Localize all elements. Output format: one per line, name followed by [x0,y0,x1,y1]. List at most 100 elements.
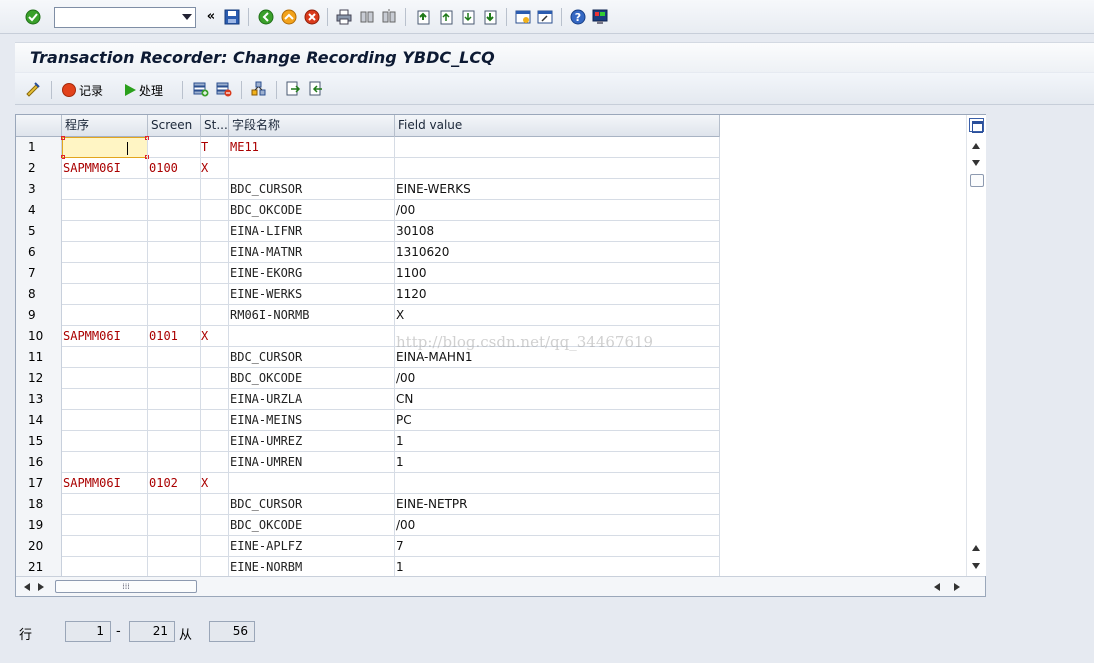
field-value-cell[interactable]: X [395,305,720,326]
field-name-cell[interactable]: EINA-UMREN [229,452,395,473]
screen-cell[interactable] [148,179,201,200]
field-value-cell[interactable]: EINE-WERKS [395,179,720,200]
program-cell[interactable] [62,200,148,221]
table-row[interactable]: 21 EINE-NORBM 1 [16,557,720,576]
field-value-cell[interactable]: 1100 [395,263,720,284]
record-button[interactable]: 记录 [62,81,103,99]
scroll-right-icon[interactable] [954,583,960,591]
customize-layout-icon[interactable] [591,8,609,26]
field-name-cell[interactable] [229,158,395,179]
program-cell[interactable]: SAPMM06I [62,326,148,347]
field-value-cell[interactable] [395,473,720,494]
column-header-program[interactable]: 程序 [62,115,148,137]
start-flag-cell[interactable]: T [201,137,229,158]
screen-cell[interactable] [148,389,201,410]
start-flag-cell[interactable]: X [201,158,229,179]
screen-cell[interactable] [148,263,201,284]
table-row[interactable]: 9 RM06I-NORMB X [16,305,720,326]
scroll-right-icon[interactable] [38,583,44,591]
screen-cell[interactable]: 0101 [148,326,201,347]
field-name-cell[interactable]: BDC_OKCODE [229,200,395,221]
create-session-icon[interactable] [514,8,532,26]
field-name-cell[interactable]: EINE-EKORG [229,263,395,284]
field-name-cell[interactable]: RM06I-NORMB [229,305,395,326]
save-icon[interactable] [223,8,241,26]
command-input[interactable] [55,8,179,27]
table-row[interactable]: 12 BDC_OKCODE/00 [16,368,720,389]
screen-cell[interactable] [148,452,201,473]
help-icon[interactable]: ? [569,8,587,26]
screen-cell[interactable] [148,431,201,452]
program-cell[interactable] [62,431,148,452]
horizontal-scrollbar[interactable]: ⁞⁞⁞ [16,576,985,596]
field-name-cell[interactable] [229,326,395,347]
program-cell[interactable] [62,515,148,536]
start-flag-cell[interactable]: X [201,473,229,494]
screen-cell[interactable] [148,494,201,515]
screen-cell[interactable] [148,557,201,576]
back-icon[interactable] [257,8,275,26]
horizontal-scroll-thumb[interactable]: ⁞⁞⁞ [55,580,197,593]
field-value-cell[interactable]: /00 [395,368,720,389]
display-change-icon[interactable] [25,81,41,97]
field-name-cell[interactable] [229,473,395,494]
start-flag-cell[interactable] [201,284,229,305]
field-name-cell[interactable]: EINE-NORBM [229,557,395,576]
start-flag-cell[interactable] [201,515,229,536]
table-row[interactable]: 7 EINE-EKORG 1100 [16,263,720,284]
table-row[interactable]: 3 BDC_CURSOR EINE-WERKS [16,179,720,200]
table-row[interactable]: 1 T ME11 [16,136,720,159]
field-name-cell[interactable]: BDC_OKCODE [229,368,395,389]
table-row[interactable]: 18 BDC_CURSOR EINE-NETPR [16,494,720,515]
table-row[interactable]: 19 BDC_OKCODE/00 [16,515,720,536]
scroll-left-icon[interactable] [24,583,30,591]
table-row[interactable]: 16 EINA-UMREN 1 [16,452,720,473]
start-flag-cell[interactable] [201,452,229,473]
program-cell[interactable]: SAPMM06I [62,158,148,179]
field-name-cell[interactable]: ME11 [229,137,395,158]
command-field[interactable] [54,7,196,28]
start-flag-cell[interactable] [201,410,229,431]
last-page-icon[interactable] [481,8,499,26]
import-icon[interactable] [308,81,324,97]
field-value-cell[interactable]: EINA-MAHN1 [395,347,720,368]
field-value-cell[interactable] [395,326,720,347]
start-flag-cell[interactable] [201,494,229,515]
field-name-cell[interactable]: BDC_OKCODE [229,515,395,536]
start-flag-cell[interactable] [201,389,229,410]
field-name-cell[interactable]: EINA-UMREZ [229,431,395,452]
field-name-cell[interactable]: BDC_CURSOR [229,347,395,368]
program-cell[interactable] [62,368,148,389]
cancel-icon[interactable] [303,8,321,26]
field-value-cell[interactable]: 1 [395,431,720,452]
start-flag-cell[interactable]: X [201,326,229,347]
field-value-cell[interactable]: EINE-NETPR [395,494,720,515]
field-value-cell[interactable]: /00 [395,515,720,536]
field-name-cell[interactable]: EINE-APLFZ [229,536,395,557]
screen-cell[interactable] [148,200,201,221]
program-cell[interactable] [62,389,148,410]
screen-cell[interactable] [148,284,201,305]
program-cell[interactable] [62,410,148,431]
program-cell[interactable] [62,263,148,284]
program-cell[interactable] [62,284,148,305]
program-cell[interactable]: SAPMM06I [62,473,148,494]
print-icon[interactable] [335,8,353,26]
column-header-field-name[interactable]: 字段名称 [229,115,395,137]
field-value-cell[interactable]: PC [395,410,720,431]
screen-cell[interactable] [148,410,201,431]
start-flag-cell[interactable] [201,305,229,326]
delete-row-icon[interactable] [216,81,232,97]
program-cell[interactable] [62,221,148,242]
insert-row-icon[interactable] [193,81,209,97]
enter-icon[interactable] [24,8,42,26]
start-flag-cell[interactable] [201,557,229,576]
table-row[interactable]: 5 EINA-LIFNR 30108 [16,221,720,242]
program-cell[interactable] [62,557,148,576]
previous-page-icon[interactable] [437,8,455,26]
field-name-cell[interactable]: EINE-WERKS [229,284,395,305]
start-flag-cell[interactable] [201,431,229,452]
field-name-cell[interactable]: EINA-URZLA [229,389,395,410]
field-name-cell[interactable]: EINA-MATNR [229,242,395,263]
column-configuration-icon[interactable] [969,118,984,133]
